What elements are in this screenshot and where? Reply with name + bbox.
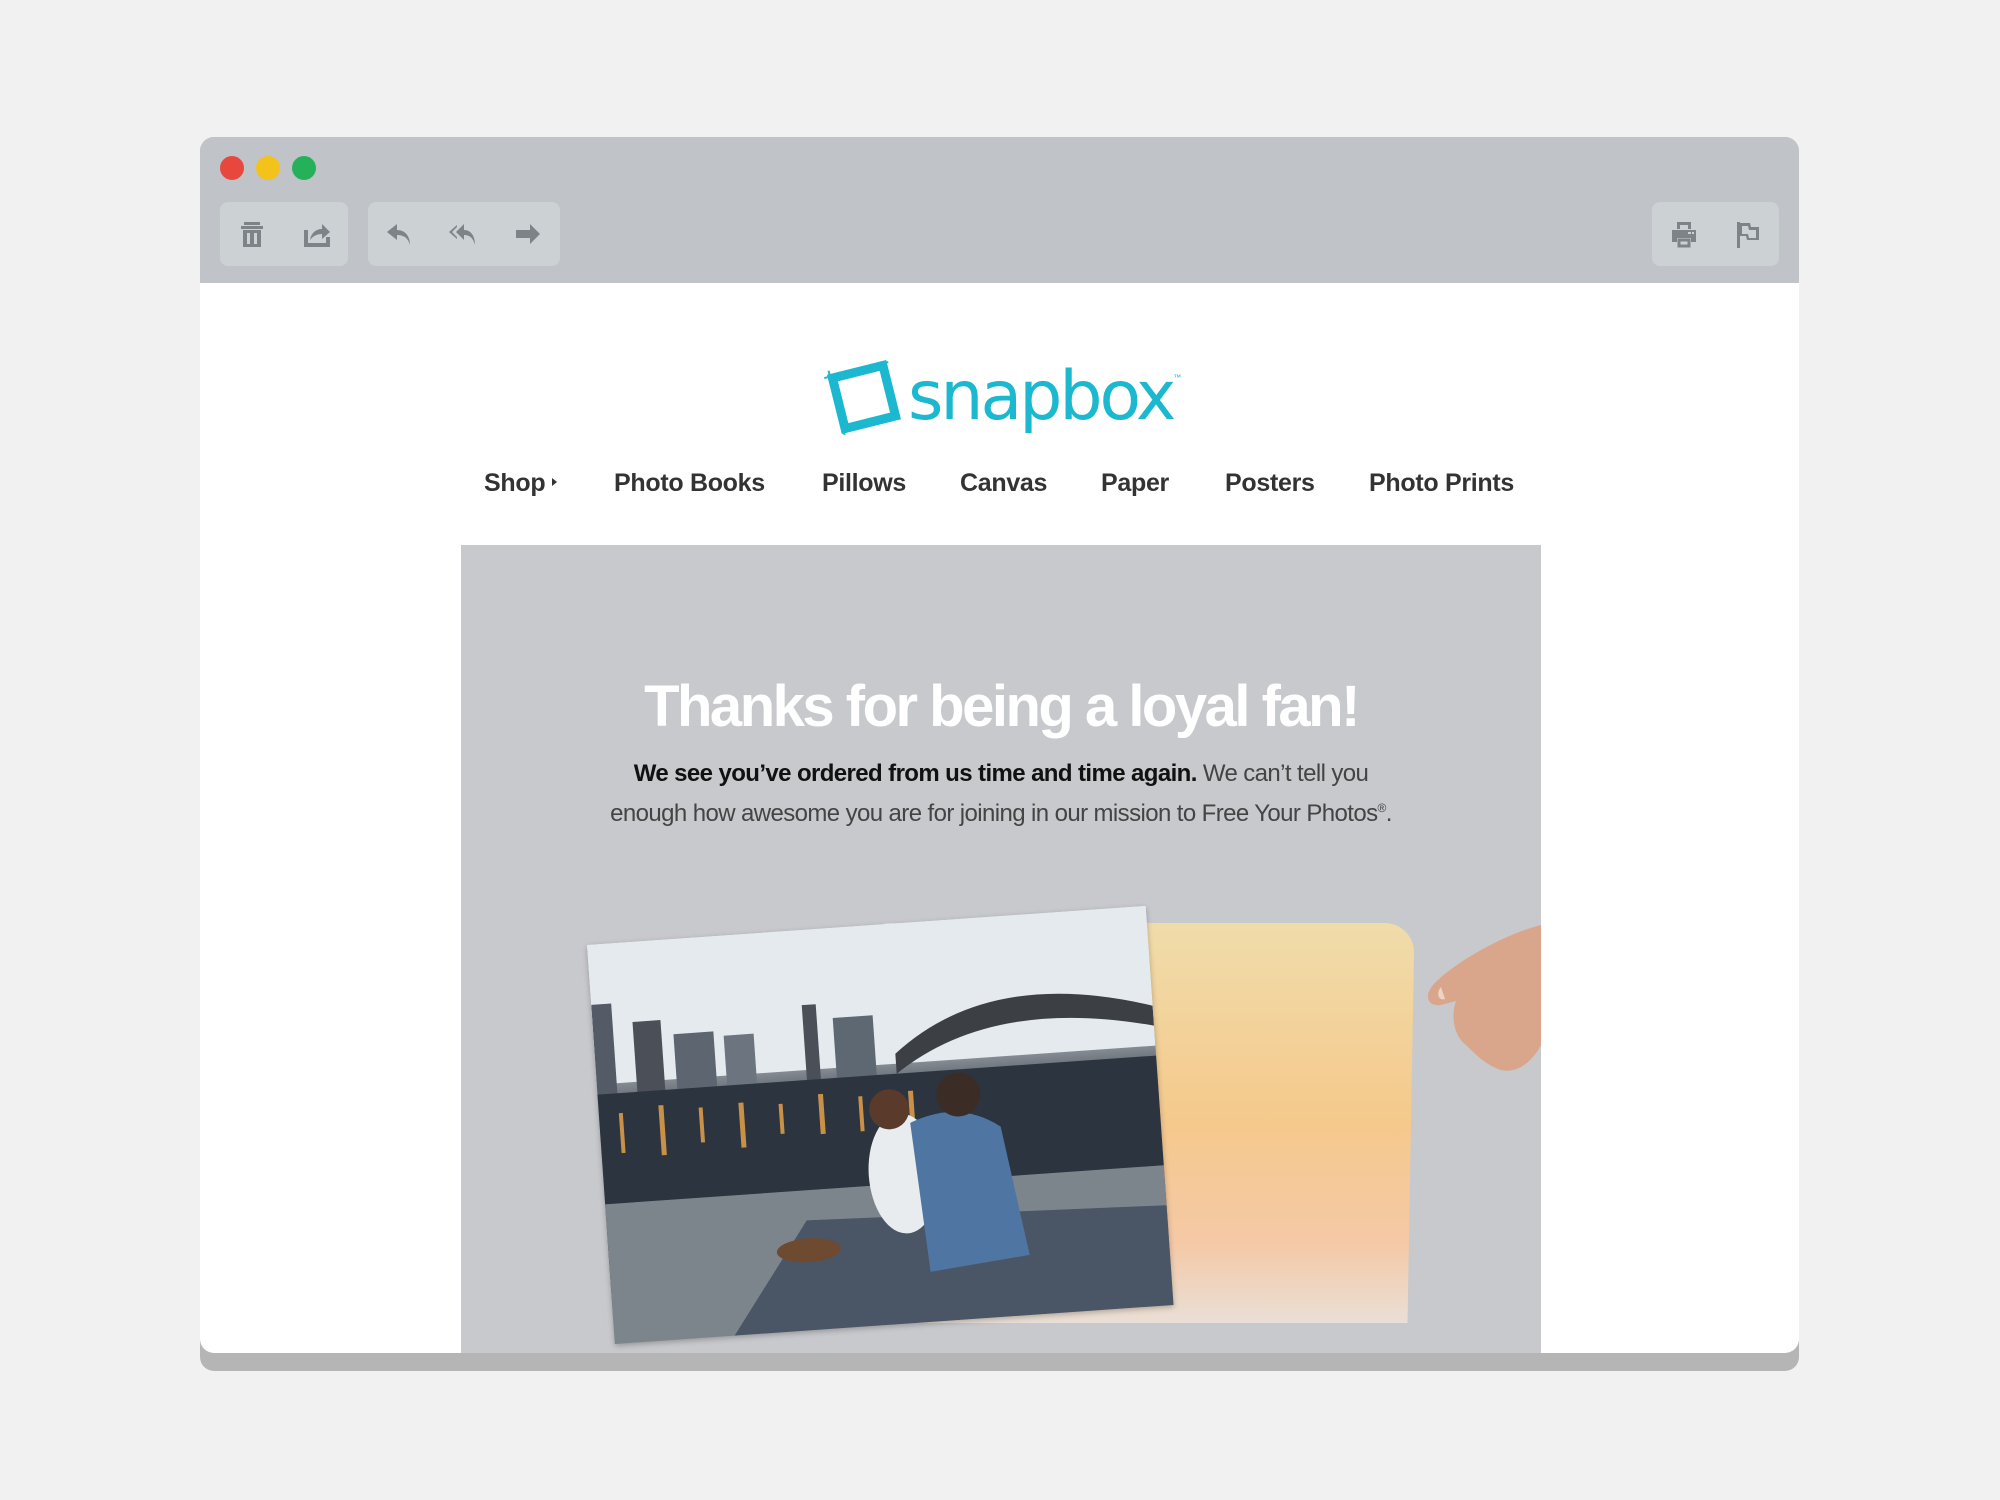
snapbox-logo-mark-icon — [823, 360, 901, 436]
delete-button[interactable] — [230, 212, 274, 256]
maximize-window-button[interactable] — [292, 156, 316, 180]
forward-button[interactable] — [506, 212, 550, 256]
flag-icon — [1737, 222, 1760, 248]
nav-item-label: Shop — [484, 469, 546, 497]
city-skyline-photo-icon — [587, 905, 1174, 1345]
brand-name: snapbox — [908, 357, 1176, 436]
reply-icon — [387, 224, 410, 245]
forward-icon — [516, 224, 540, 244]
email-body: snapbox ™ Shop Photo Books Pillows Canva… — [200, 283, 1799, 1353]
move-button[interactable] — [294, 212, 338, 256]
printer-icon — [1671, 222, 1696, 248]
nav-item-canvas[interactable]: Canvas — [960, 469, 1047, 498]
registered-mark: ® — [1377, 801, 1387, 815]
title-bar — [200, 137, 1799, 283]
hero-body-bold: We see you’ve ordered from us time and t… — [633, 760, 1198, 787]
share-icon — [304, 224, 330, 247]
minimize-window-button[interactable] — [256, 156, 280, 180]
reply-all-icon — [449, 224, 475, 245]
hero-body: We see you’ve ordered from us time and t… — [601, 756, 1401, 831]
couple-print-image — [587, 905, 1174, 1345]
nav-item-pillows[interactable]: Pillows — [822, 469, 906, 498]
trash-icon — [241, 222, 263, 247]
reply-button[interactable] — [378, 212, 422, 256]
close-window-button[interactable] — [220, 156, 244, 180]
nav-item-posters[interactable]: Posters — [1225, 469, 1315, 498]
nav-item-shop[interactable]: Shop — [484, 469, 558, 498]
trademark-symbol: ™ — [1173, 373, 1182, 382]
caret-right-icon — [552, 478, 558, 487]
hand-holding-print-icon — [1427, 925, 1541, 1071]
toolbar-group-respond — [368, 202, 560, 266]
nav-item-paper[interactable]: Paper — [1101, 469, 1169, 498]
mail-window: snapbox ™ Shop Photo Books Pillows Canva… — [200, 137, 1799, 1371]
toolbar-group-manage — [220, 202, 348, 266]
snapbox-logo[interactable]: snapbox ™ — [822, 355, 1186, 439]
toolbar-group-extra — [1652, 202, 1779, 266]
email-nav: Shop Photo Books Pillows Canvas Paper Po… — [200, 469, 1799, 509]
print-button[interactable] — [1662, 212, 1706, 256]
hero-banner[interactable]: Thanks for being a loyal fan! We see you… — [461, 545, 1541, 1353]
hero-body-end: . — [1385, 800, 1393, 827]
hero-title: Thanks for being a loyal fan! — [644, 674, 1360, 739]
nav-item-photo-prints[interactable]: Photo Prints — [1369, 469, 1514, 498]
flag-button[interactable] — [1725, 212, 1769, 256]
reply-all-button[interactable] — [442, 212, 486, 256]
nav-item-photo-books[interactable]: Photo Books — [614, 469, 765, 498]
